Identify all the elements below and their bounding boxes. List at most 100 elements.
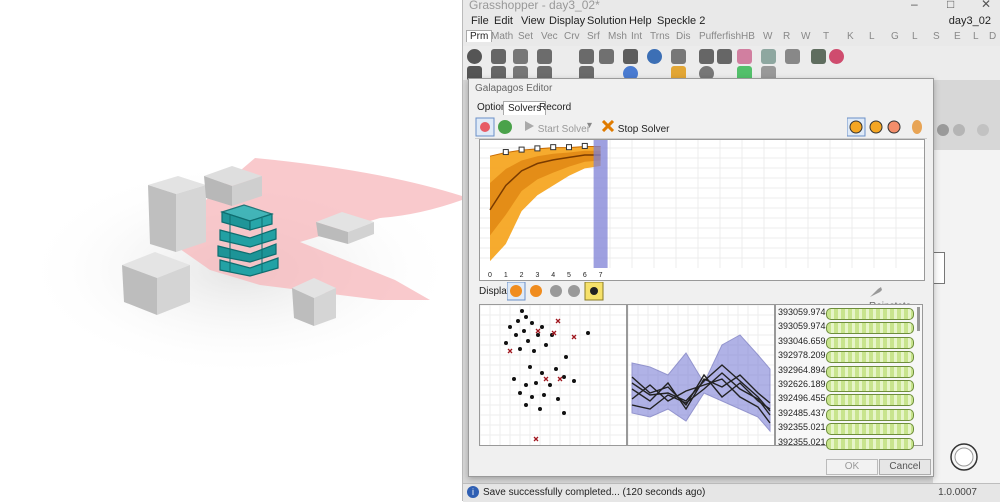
fitness-graph[interactable]: 0 1 2 3 4 5 6 7 bbox=[479, 139, 925, 281]
box-building-5 bbox=[292, 278, 336, 326]
fitness-list-item[interactable]: 392355.021... bbox=[778, 422, 920, 436]
navigation-widget[interactable] bbox=[947, 440, 981, 474]
tab-srf[interactable]: Srf bbox=[587, 31, 600, 42]
fitness-value: 392485.437... bbox=[778, 407, 834, 418]
tab-g[interactable]: G bbox=[891, 31, 899, 42]
genome-point bbox=[524, 383, 528, 387]
rhino-viewport[interactable] bbox=[0, 0, 462, 501]
genome-bar bbox=[826, 308, 914, 320]
tab-hb[interactable]: HB bbox=[741, 31, 755, 42]
genome-bar bbox=[826, 394, 914, 407]
fitness-list-item[interactable]: 393059.974... bbox=[778, 321, 920, 335]
start-solver-button[interactable]: Start Solver bbox=[523, 120, 590, 135]
genome-point bbox=[512, 377, 516, 381]
tab-e[interactable]: E bbox=[954, 31, 961, 42]
fitness-list-item[interactable]: 392626.189... bbox=[778, 379, 920, 392]
fitness-list-item[interactable]: 392496.455... bbox=[778, 393, 920, 407]
genome-point bbox=[540, 371, 544, 375]
tab-prm[interactable]: Prm bbox=[466, 30, 493, 42]
menu-edit[interactable]: Edit bbox=[494, 15, 513, 27]
param-list-icon[interactable] bbox=[717, 49, 732, 64]
param-panel-icon[interactable] bbox=[699, 49, 714, 64]
param-hex-icon[interactable] bbox=[513, 49, 528, 64]
param-dots-icon[interactable] bbox=[647, 49, 662, 64]
genome-point bbox=[518, 347, 522, 351]
param-hex-icon[interactable] bbox=[537, 49, 552, 64]
parallel-coordinates-panel[interactable] bbox=[627, 304, 775, 446]
tab-math[interactable]: Math bbox=[491, 31, 513, 42]
tab-msh[interactable]: Msh bbox=[608, 31, 627, 42]
close-window-button[interactable]: ✕ bbox=[981, 0, 991, 11]
start-solver-dropdown[interactable]: ▾ bbox=[587, 120, 592, 131]
param-download-icon[interactable] bbox=[671, 49, 686, 64]
param-graph-icon[interactable] bbox=[761, 49, 776, 64]
genome-map-panel[interactable] bbox=[479, 304, 627, 446]
tab-set[interactable]: Set bbox=[518, 31, 533, 42]
play-icon bbox=[525, 121, 534, 131]
fitness-value: 392978.209... bbox=[778, 350, 834, 361]
fitness-list[interactable]: 393059.974... 393059.974... 393046.659... 3… bbox=[775, 304, 923, 450]
fitness-list-item[interactable]: 392485.437... bbox=[778, 408, 920, 421]
fitness-list-item[interactable]: 393046.659... bbox=[778, 336, 920, 349]
menu-speckle[interactable]: Speckle 2 bbox=[657, 15, 705, 27]
fitness-marker bbox=[534, 145, 541, 152]
genome-map bbox=[479, 304, 626, 445]
genome-bar bbox=[826, 380, 914, 392]
param-hex-icon[interactable] bbox=[467, 49, 482, 64]
param-hex-icon[interactable] bbox=[623, 49, 638, 64]
tab-l3[interactable]: L bbox=[973, 31, 979, 42]
tab-l2[interactable]: L bbox=[912, 31, 918, 42]
menu-file[interactable]: File bbox=[471, 15, 489, 27]
save-status-icon: i bbox=[467, 486, 479, 498]
genome-point bbox=[554, 367, 558, 371]
list-scrollbar[interactable] bbox=[917, 307, 920, 331]
genome-point bbox=[562, 411, 566, 415]
tab-trns[interactable]: Trns bbox=[650, 31, 670, 42]
ok-button[interactable]: OK bbox=[826, 459, 878, 475]
param-spider-icon[interactable] bbox=[811, 49, 826, 64]
param-color-icon[interactable] bbox=[829, 49, 844, 64]
tab-crv[interactable]: Crv bbox=[564, 31, 580, 42]
tab-r[interactable]: R bbox=[783, 31, 790, 42]
fitness-chart: 0 1 2 3 4 5 6 7 bbox=[480, 140, 924, 279]
tab-pufferfish[interactable]: Pufferfish bbox=[699, 31, 741, 42]
menu-display[interactable]: Display bbox=[549, 15, 585, 27]
param-arrow-icon[interactable] bbox=[785, 49, 800, 64]
tab-l[interactable]: L bbox=[869, 31, 875, 42]
maximize-button[interactable]: □ bbox=[947, 0, 954, 11]
fitness-list-item[interactable]: 393059.974... bbox=[778, 307, 920, 320]
tab-d[interactable]: D bbox=[989, 31, 996, 42]
genome-point bbox=[562, 375, 566, 379]
tab-s[interactable]: S bbox=[933, 31, 940, 42]
fitness-list-item[interactable]: 392978.209... bbox=[778, 350, 920, 364]
cancel-button[interactable]: Cancel bbox=[879, 459, 931, 475]
start-solver-label: Start Solver bbox=[537, 124, 591, 135]
tab-t[interactable]: T bbox=[823, 31, 829, 42]
genome-point bbox=[586, 331, 590, 335]
stop-solver-button[interactable]: Stop Solver bbox=[601, 119, 669, 135]
fitness-list-item[interactable]: 392964.894... bbox=[778, 365, 920, 378]
genome-point bbox=[540, 325, 544, 329]
param-hex-icon[interactable] bbox=[491, 49, 506, 64]
param-hex-icon[interactable] bbox=[579, 49, 594, 64]
genome-bar bbox=[826, 423, 914, 436]
menu-solution[interactable]: Solution bbox=[587, 15, 627, 27]
tab-dis[interactable]: Dis bbox=[676, 31, 690, 42]
tab-w[interactable]: W bbox=[763, 31, 772, 42]
fitness-list-item[interactable]: 392355.021... bbox=[778, 437, 920, 450]
fitness-value: 392355.021... bbox=[778, 436, 834, 447]
tab-k[interactable]: K bbox=[847, 31, 854, 42]
discarded-genome-mark bbox=[535, 328, 541, 334]
param-slider-icon[interactable] bbox=[737, 49, 752, 64]
menu-help[interactable]: Help bbox=[629, 15, 652, 27]
tab-w2[interactable]: W bbox=[801, 31, 810, 42]
tab-int[interactable]: Int bbox=[631, 31, 642, 42]
tab-vec[interactable]: Vec bbox=[541, 31, 558, 42]
minimize-button[interactable]: – bbox=[911, 0, 918, 11]
param-hex-icon[interactable] bbox=[599, 49, 614, 64]
genome-bar bbox=[826, 408, 914, 421]
discarded-genome-mark bbox=[543, 376, 549, 382]
genome-point bbox=[528, 365, 532, 369]
menu-view[interactable]: View bbox=[521, 15, 545, 27]
tab-record[interactable]: Record bbox=[535, 101, 575, 114]
